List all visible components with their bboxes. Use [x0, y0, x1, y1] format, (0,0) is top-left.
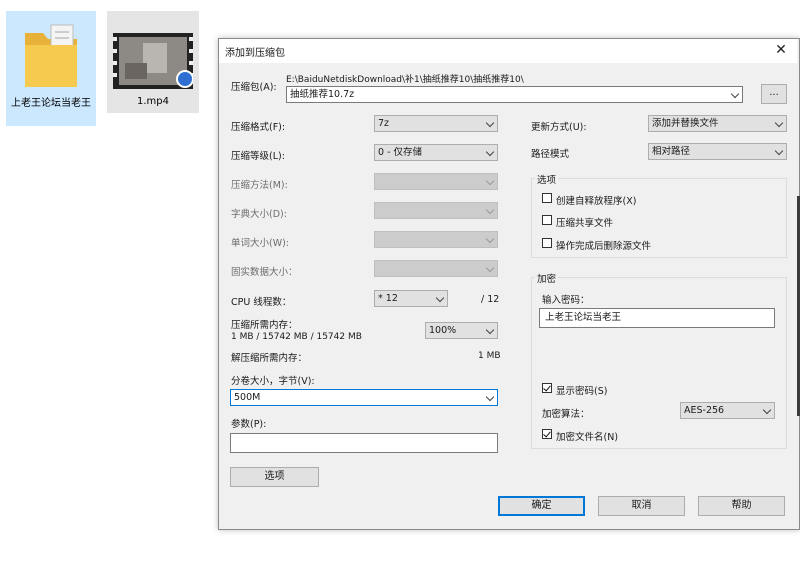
solid-select: [374, 260, 498, 277]
path-mode-select[interactable]: 相对路径: [648, 143, 787, 160]
chevron-down-icon: [485, 147, 495, 157]
encrypt-names-checkbox[interactable]: [542, 429, 552, 439]
desktop-video-item[interactable]: 1.mp4: [107, 11, 199, 113]
update-value: 添加并替换文件: [652, 118, 719, 129]
update-select[interactable]: 添加并替换文件: [648, 115, 787, 132]
dict-select: [374, 202, 498, 219]
close-icon[interactable]: ✕: [773, 41, 789, 59]
params-input[interactable]: [230, 433, 498, 453]
desktop-video-label: 1.mp4: [137, 96, 169, 107]
method-label: 压缩方法(M):: [231, 180, 288, 191]
chevron-down-icon: [485, 325, 495, 335]
encrypt-method-select[interactable]: AES-256: [680, 402, 775, 419]
split-value: 500M: [234, 392, 261, 403]
level-select[interactable]: 0 - 仅存储: [374, 144, 498, 161]
mem-decomp-value: 1 MB: [478, 351, 501, 361]
encrypt-names-label: 加密文件名(N): [556, 432, 619, 443]
archive-name-combo[interactable]: 抽纸推荐10.7z: [286, 86, 743, 103]
chevron-down-icon: [485, 118, 495, 128]
method-select: [374, 173, 498, 190]
threads-max: / 12: [481, 294, 500, 305]
password-label: 输入密码：: [542, 295, 590, 306]
format-value: 7z: [378, 118, 390, 129]
shared-label: 压缩共享文件: [556, 218, 614, 229]
dict-label: 字典大小(D):: [231, 209, 287, 220]
word-select: [374, 231, 498, 248]
shared-checkbox[interactable]: [542, 215, 552, 225]
threads-label: CPU 线程数：: [231, 297, 292, 308]
threads-value: * 12: [378, 293, 398, 304]
archive-name-value: 抽纸推荐10.7z: [290, 89, 355, 100]
desktop-folder-label: 上老王论坛当老王: [11, 98, 91, 109]
chevron-down-icon: [774, 146, 784, 156]
chevron-down-icon: [435, 293, 445, 303]
archive-label: 压缩包(A):: [231, 82, 277, 93]
word-label: 单词大小(W):: [231, 238, 290, 249]
chevron-down-icon: [774, 118, 784, 128]
threads-select[interactable]: * 12: [374, 290, 448, 307]
mem-percent-value: 100%: [429, 325, 457, 336]
level-label: 压缩等级(L):: [231, 151, 285, 162]
delete-label: 操作完成后删除源文件: [556, 241, 652, 252]
sfx-label: 创建自释放程序(X): [556, 196, 637, 207]
video-thumbnail-icon: [113, 33, 193, 89]
split-combo[interactable]: 500M: [230, 389, 498, 406]
show-password-label: 显示密码(S): [556, 386, 608, 397]
solid-label: 固实数据大小：: [231, 267, 298, 278]
format-label: 压缩格式(F):: [231, 122, 286, 133]
add-to-archive-dialog: 添加到压缩包 ✕ 压缩包(A): E:\BaiduNetdiskDownload…: [218, 38, 800, 530]
chevron-down-icon: [485, 176, 495, 186]
folder-icon: [25, 24, 77, 87]
help-button[interactable]: 帮助: [698, 496, 785, 516]
title-bar: 添加到压缩包 ✕: [219, 39, 797, 63]
chevron-down-icon: [485, 263, 495, 273]
encrypt-group-title: 加密: [535, 271, 559, 285]
update-label: 更新方式(U):: [531, 122, 587, 133]
options-button[interactable]: 选项: [230, 467, 319, 487]
desktop-folder-item[interactable]: 上老王论坛当老王: [6, 11, 96, 126]
chevron-down-icon: [485, 392, 495, 402]
mem-comp-label: 压缩所需内存：: [231, 320, 298, 331]
chevron-down-icon: [485, 234, 495, 244]
path-mode-label: 路径模式: [531, 149, 570, 160]
encrypt-method-value: AES-256: [684, 405, 725, 416]
level-value: 0 - 仅存储: [378, 147, 423, 158]
mem-percent-select[interactable]: 100%: [425, 322, 498, 339]
sfx-checkbox[interactable]: [542, 193, 552, 203]
ok-button[interactable]: 确定: [498, 496, 585, 516]
cancel-button[interactable]: 取消: [598, 496, 685, 516]
chevron-down-icon: [730, 89, 740, 99]
archive-path: E:\BaiduNetdiskDownload\补1\抽纸推荐10\抽纸推荐10…: [286, 75, 524, 85]
path-mode-value: 相对路径: [652, 146, 691, 157]
password-input[interactable]: 上老王论坛当老王: [539, 308, 775, 328]
browse-button[interactable]: ...: [761, 84, 787, 104]
options-group-title: 选项: [535, 172, 559, 186]
mem-decomp-label: 解压缩所需内存：: [231, 353, 308, 364]
chevron-down-icon: [485, 205, 495, 215]
dialog-title: 添加到压缩包: [225, 48, 285, 59]
split-label: 分卷大小，字节(V):: [231, 376, 315, 387]
delete-checkbox[interactable]: [542, 238, 552, 248]
params-label: 参数(P):: [231, 419, 267, 430]
show-password-checkbox[interactable]: [542, 383, 552, 393]
mem-comp-value: 1 MB / 15742 MB / 15742 MB: [231, 332, 362, 342]
format-select[interactable]: 7z: [374, 115, 498, 132]
encrypt-method-label: 加密算法：: [542, 409, 590, 420]
chevron-down-icon: [762, 405, 772, 415]
